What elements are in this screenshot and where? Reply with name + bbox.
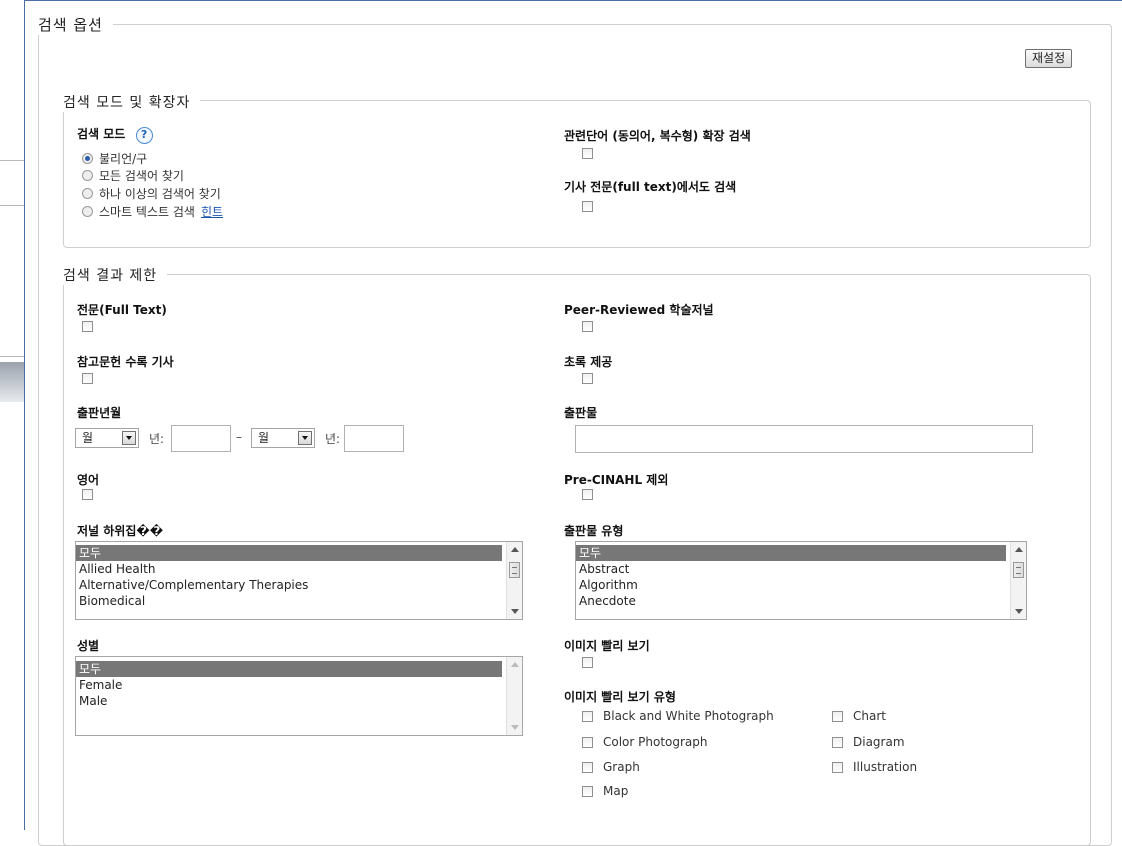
gender-label: 성별	[77, 639, 100, 653]
radio-selected[interactable]	[82, 153, 93, 164]
limits-title: 검색 결과 제한	[63, 265, 168, 285]
month-from-select[interactable]: 월	[75, 428, 139, 448]
gender-listbox[interactable]: 모두 Female Male	[75, 656, 523, 736]
image-type-option[interactable]: Illustration	[832, 760, 917, 774]
journal-subset-listbox[interactable]: 모두 Allied Health Alternative/Complementa…	[75, 541, 523, 620]
search-mode-option[interactable]: 스마트 텍스트 검색 힌트	[82, 203, 223, 220]
scrollbar-thumb[interactable]	[509, 562, 520, 578]
image-type-option[interactable]: Chart	[832, 709, 886, 723]
scrollbar[interactable]	[506, 542, 522, 619]
hint-link[interactable]: 힌트	[201, 205, 223, 219]
year-to-input[interactable]	[344, 425, 404, 452]
image-type-option[interactable]: Diagram	[832, 735, 905, 749]
publication-label: 출판물	[564, 406, 598, 420]
pre-cinahl-label: Pre-CINAHL 제외	[564, 473, 669, 487]
scroll-down-icon[interactable]	[1015, 609, 1023, 614]
full-text-search-checkbox[interactable]	[582, 201, 593, 212]
search-mode-heading: 검색 모드 ?	[77, 125, 153, 144]
reset-button[interactable]: 재설정	[1025, 49, 1073, 68]
search-mode-option[interactable]: 모든 검색어 찾기	[82, 167, 184, 184]
image-type-checkbox[interactable]	[832, 711, 843, 722]
scrollbar[interactable]	[1010, 542, 1026, 619]
list-option[interactable]: Algorithm	[576, 577, 1026, 593]
english-checkbox[interactable]	[82, 489, 93, 500]
abstract-label: 초록 제공	[564, 355, 613, 369]
peer-reviewed-label: Peer-Reviewed 학술저널	[564, 303, 714, 317]
references-checkbox[interactable]	[82, 373, 93, 384]
publication-type-listbox[interactable]: 모두 Abstract Algorithm Anecdote	[575, 541, 1027, 620]
image-type-option[interactable]: Graph	[582, 760, 640, 774]
radio[interactable]	[82, 170, 93, 181]
abstract-checkbox[interactable]	[582, 373, 593, 384]
image-type-checkbox[interactable]	[582, 786, 593, 797]
scroll-down-icon[interactable]	[511, 609, 519, 614]
list-option[interactable]: Allied Health	[76, 561, 522, 577]
pub-date-label: 출판년월	[77, 406, 122, 420]
scroll-up-icon[interactable]	[511, 547, 519, 552]
image-type-checkbox[interactable]	[832, 737, 843, 748]
list-option[interactable]: Male	[76, 693, 522, 709]
background-divider	[0, 160, 26, 161]
help-icon[interactable]: ?	[135, 127, 153, 144]
list-option[interactable]: Alternative/Complementary Therapies	[76, 577, 522, 593]
publication-input[interactable]	[575, 425, 1033, 453]
search-options-title: 검색 옵션	[38, 14, 113, 35]
scroll-up-icon[interactable]	[1015, 547, 1023, 552]
list-option-selected[interactable]: 모두	[76, 661, 502, 677]
list-option[interactable]: Biomedical	[76, 593, 522, 609]
list-option-selected[interactable]: 모두	[576, 545, 1006, 561]
image-type-option[interactable]: Black and White Photograph	[582, 709, 774, 723]
month-to-select[interactable]: 월	[251, 428, 315, 448]
journal-subset-label: 저널 하위집��	[77, 524, 164, 538]
background-gradient	[0, 362, 24, 402]
image-type-checkbox[interactable]	[832, 762, 843, 773]
radio[interactable]	[82, 206, 93, 217]
list-option[interactable]: Abstract	[576, 561, 1026, 577]
chevron-down-icon[interactable]	[122, 431, 136, 445]
full-text-checkbox[interactable]	[82, 321, 93, 332]
search-modes-fieldset	[63, 100, 1091, 248]
year-from-label: 년:	[149, 432, 165, 446]
search-modes-title: 검색 모드 및 확장자	[63, 92, 201, 112]
scrollbar-thumb[interactable]	[1013, 562, 1024, 578]
list-option[interactable]: Female	[76, 677, 522, 693]
scroll-up-icon[interactable]	[511, 662, 519, 667]
scrollbar[interactable]	[506, 657, 522, 735]
image-type-checkbox[interactable]	[582, 711, 593, 722]
search-mode-label: 검색 모드	[77, 127, 126, 141]
background-divider	[0, 356, 26, 357]
image-type-checkbox[interactable]	[582, 762, 593, 773]
chevron-down-icon[interactable]	[298, 431, 312, 445]
image-quick-view-checkbox[interactable]	[582, 657, 593, 668]
publication-type-label: 출판물 유형	[564, 524, 624, 538]
scroll-down-icon[interactable]	[511, 725, 519, 730]
related-words-label: 관련단어 (동의어, 복수형) 확장 검색	[564, 129, 751, 143]
search-mode-option[interactable]: 하나 이상의 검색어 찾기	[82, 185, 221, 202]
references-label: 참고문헌 수록 기사	[77, 355, 174, 369]
image-type-option[interactable]: Map	[582, 784, 628, 798]
full-text-search-label: 기사 전문(full text)에서도 검색	[564, 180, 737, 194]
list-option[interactable]: Anecdote	[576, 593, 1026, 609]
english-label: 영어	[77, 473, 100, 487]
image-quick-view-types-label: 이미지 빨리 보기 유형	[564, 690, 676, 704]
radio[interactable]	[82, 188, 93, 199]
background-divider	[0, 205, 26, 206]
search-mode-option[interactable]: 불리언/구	[82, 150, 147, 167]
image-type-checkbox[interactable]	[582, 737, 593, 748]
year-to-label: 년:	[325, 432, 341, 446]
date-range-dash: –	[236, 430, 242, 444]
peer-reviewed-checkbox[interactable]	[582, 321, 593, 332]
image-type-option[interactable]: Color Photograph	[582, 735, 708, 749]
list-option-selected[interactable]: 모두	[76, 545, 502, 561]
related-words-checkbox[interactable]	[582, 148, 593, 159]
year-from-input[interactable]	[171, 425, 231, 452]
image-quick-view-label: 이미지 빨리 보기	[564, 639, 650, 653]
full-text-label: 전문(Full Text)	[77, 303, 167, 317]
pre-cinahl-checkbox[interactable]	[582, 489, 593, 500]
background-page	[0, 0, 20, 829]
